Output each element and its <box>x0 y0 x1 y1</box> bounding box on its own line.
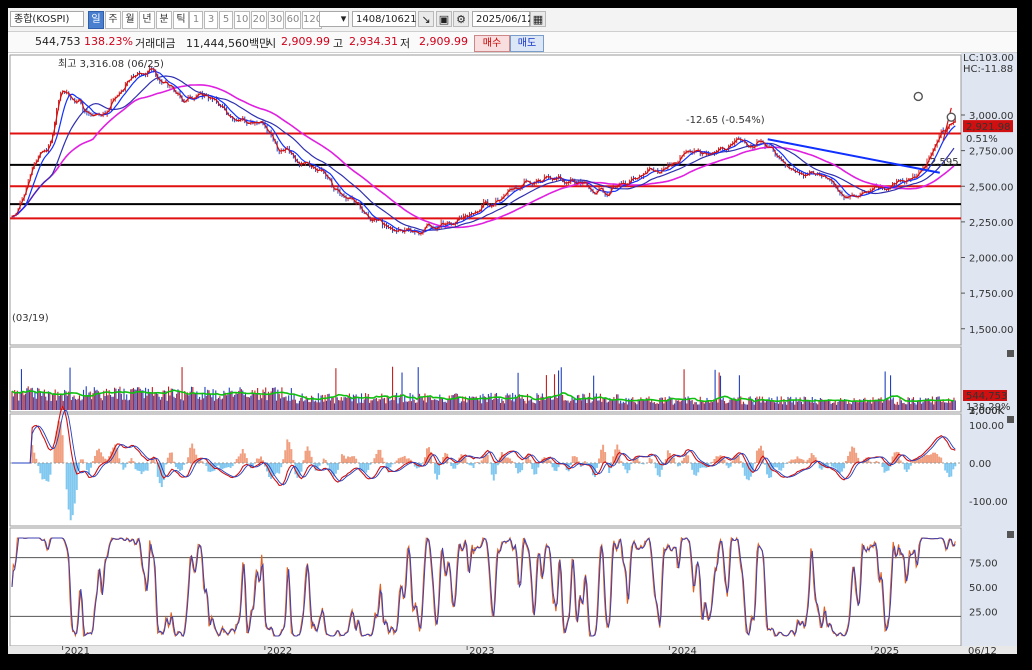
drawing-handle-icon[interactable] <box>913 91 923 102</box>
price-tick-label: 2,500.00 <box>969 182 1014 193</box>
volume-panel-menu-icon[interactable] <box>1007 350 1014 357</box>
trendline-label: -12.65 (-0.54%) <box>686 115 765 126</box>
low-value: 2,909.99 <box>419 35 468 48</box>
open-label: 시 <box>266 37 277 50</box>
high-value: 2,934.31 <box>349 35 398 48</box>
stoch-panel-menu-icon[interactable] <box>1007 531 1014 538</box>
chart-pattern-icon[interactable]: ↘ <box>418 11 434 27</box>
save-icon[interactable]: ▣ <box>436 11 452 27</box>
dropdown-icon[interactable]: ▾ <box>338 11 349 27</box>
bar-count-field[interactable]: 1408/10621 <box>352 11 417 27</box>
period-tab-5[interactable]: 틱 <box>173 11 189 29</box>
stoch-tick-label: 75.00 <box>969 559 998 570</box>
settings-icon[interactable]: ⚙ <box>453 11 469 27</box>
macd-panel[interactable] <box>9 413 962 527</box>
price-tick-label: 2,750.00 <box>969 147 1014 158</box>
high-annotation: 최고 3,316.08 (06/25) <box>58 58 164 70</box>
x-axis-label: 2024 <box>671 646 696 654</box>
lc-label: LC:103.00 <box>963 53 1014 64</box>
left-edge-mark: | <box>8 35 9 48</box>
interval-button-1[interactable]: 1 <box>189 11 203 29</box>
stoch-tick-label: 50.00 <box>969 583 998 594</box>
interval-button-20[interactable]: 20 <box>251 11 267 29</box>
low-annotation: (03/19) <box>12 313 49 324</box>
volume-percent: 138.23% <box>84 35 133 48</box>
macd-panel-menu-icon[interactable] <box>1007 416 1014 423</box>
current-change-label: 0.51% <box>966 134 998 145</box>
volume-current-label: 544,753 <box>966 391 1007 402</box>
x-axis-label: 2023 <box>469 646 494 654</box>
macd-tick-label: -100.00 <box>969 497 1008 508</box>
hc-label: HC:-11.88 <box>963 64 1013 75</box>
macd-tick-label: 100.00 <box>969 421 1004 432</box>
x-axis-strip <box>8 646 1017 654</box>
price-tick-label: 2,000.00 <box>969 254 1014 265</box>
price-tick-label: 1,500.00 <box>969 325 1014 336</box>
buy-button[interactable]: 매수 <box>474 35 510 52</box>
symbol-field[interactable]: 종합(KOSPI) <box>10 11 84 27</box>
open-value: 2,909.99 <box>281 35 330 48</box>
period-tab-3[interactable]: 년 <box>139 11 155 29</box>
date-field[interactable]: 2025/06/12 <box>472 11 534 27</box>
x-axis-end-label: 06/12 <box>968 646 997 654</box>
high-label: 고 <box>333 37 344 50</box>
chart-area[interactable]: 최고 3,316.08 (06/25) (03/19) -12.65 (-0.54%… <box>8 53 1017 654</box>
period-tab-4[interactable]: 분 <box>156 11 172 29</box>
volume-current-pct: 138.29% <box>966 402 1011 413</box>
stochastic-panel[interactable] <box>9 527 962 647</box>
x-axis-label: 2025 <box>874 646 899 654</box>
trendline-value: 2,595 <box>930 157 959 168</box>
x-axis-label: 2022 <box>267 646 292 654</box>
x-axis-label: 2021 <box>65 646 90 654</box>
period-tab-1[interactable]: 주 <box>105 11 121 29</box>
period-tab-2[interactable]: 월 <box>122 11 138 29</box>
current-price-label: 2,921.98 <box>966 122 1011 133</box>
period-tab-0[interactable]: 일 <box>88 11 104 29</box>
interval-button-30[interactable]: 30 <box>268 11 284 29</box>
price-tick-label: 1,750.00 <box>969 289 1014 300</box>
sell-button[interactable]: 매도 <box>510 35 544 52</box>
toolbar: 종합(KOSPI) 일주월년분틱 1 3 5 10 20 30 60 120 ▾ 1408/1… <box>8 8 1017 32</box>
drawing-handle-icon[interactable] <box>946 112 956 122</box>
calendar-icon[interactable]: ▦ <box>530 11 546 27</box>
interval-button-3[interactable]: 3 <box>204 11 218 29</box>
interval-button-60[interactable]: 60 <box>285 11 301 29</box>
macd-tick-label: 0.00 <box>969 459 991 470</box>
trade-value: 11,444,560백만 <box>186 37 270 50</box>
volume-value: 544,753 <box>35 35 81 48</box>
chart-window: 종합(KOSPI) 일주월년분틱 1 3 5 10 20 30 60 120 ▾ 1408/1… <box>8 8 1017 654</box>
trade-value-label: 거래대금 <box>135 37 176 50</box>
low-label: 저 <box>400 37 411 50</box>
interval-button-5[interactable]: 5 <box>219 11 233 29</box>
interval-button-10[interactable]: 10 <box>234 11 250 29</box>
stoch-tick-label: 25.00 <box>969 608 998 619</box>
price-info-bar: | 544,753 138.23% 거래대금 11,444,560백만 시 2,… <box>8 32 1017 53</box>
price-tick-label: 2,250.00 <box>969 218 1014 229</box>
